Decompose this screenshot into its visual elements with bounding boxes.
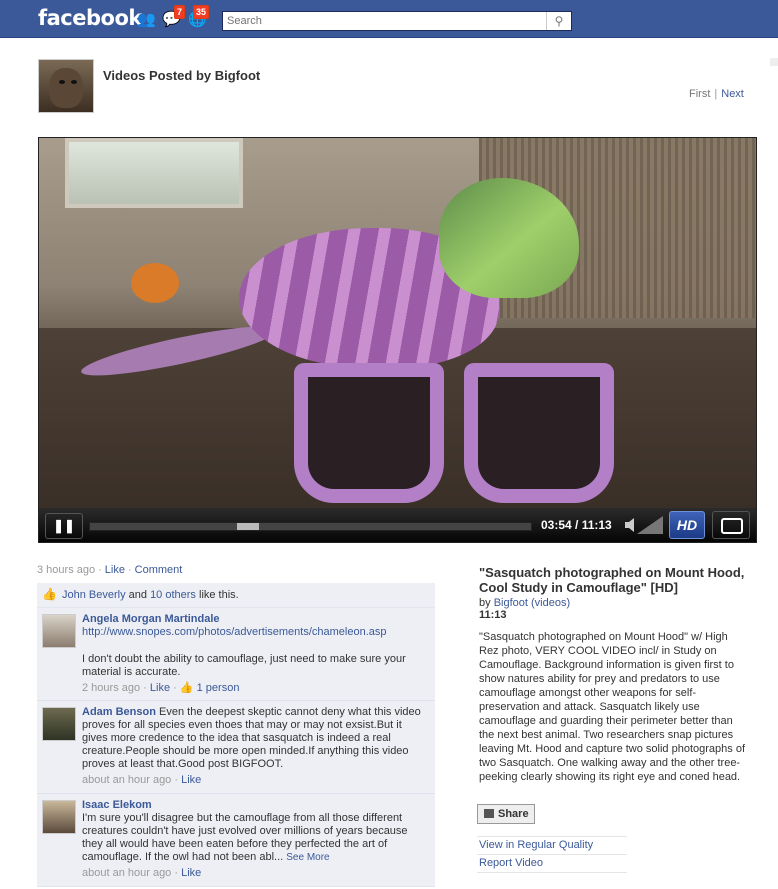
comment-like-link[interactable]: Like bbox=[150, 682, 170, 694]
commenter-name[interactable]: Isaac Elekom bbox=[82, 799, 426, 812]
comment-text: I'm sure you'll disagree but the camoufl… bbox=[82, 812, 408, 863]
fullscreen-icon bbox=[721, 518, 743, 534]
comment-meta: 2 hours ago · Like · 👍 1 person bbox=[82, 682, 240, 694]
video-title: "Sasquatch photographed on Mount Hood, C… bbox=[479, 565, 745, 595]
comment-item: Isaac Elekom I'm sure you'll disagree bu… bbox=[37, 794, 435, 887]
search-box: ⚲ bbox=[222, 11, 572, 31]
notifications-badge: 35 bbox=[193, 5, 210, 19]
others-link[interactable]: 10 others bbox=[150, 589, 196, 601]
comment-likes-count[interactable]: 1 person bbox=[197, 682, 240, 694]
divider bbox=[477, 872, 627, 873]
comment-item: Angela Morgan Martindale http://www.snop… bbox=[37, 608, 435, 701]
page-avatar[interactable] bbox=[38, 59, 94, 113]
video-byline: by Bigfoot (videos) bbox=[479, 597, 571, 609]
pager-first-link[interactable]: First bbox=[689, 88, 710, 100]
comment-text: I don't doubt the ability to camouflage,… bbox=[82, 653, 406, 678]
comment-thumbs-up-icon: 👍 bbox=[179, 682, 194, 694]
comment-url[interactable]: http://www.snopes.com/photos/advertiseme… bbox=[82, 626, 387, 638]
sunglasses bbox=[294, 363, 624, 513]
top-bar: facebook 👥 💬 7 🌐 35 ⚲ bbox=[0, 0, 778, 38]
commenter-name[interactable]: Angela Morgan Martindale bbox=[82, 613, 220, 625]
commenter-name[interactable]: Adam Benson bbox=[82, 706, 156, 718]
volume-icon[interactable] bbox=[625, 516, 663, 534]
post-meta: 3 hours ago · Like · Comment bbox=[37, 564, 183, 576]
report-video-link[interactable]: Report Video bbox=[479, 857, 543, 869]
seek-bar[interactable] bbox=[89, 522, 532, 531]
hd-toggle-button[interactable]: HD bbox=[669, 511, 705, 539]
comment-meta: about an hour ago · Like bbox=[82, 774, 202, 786]
pager-next-link[interactable]: Next bbox=[721, 88, 744, 100]
thumbs-up-icon: 👍 bbox=[42, 587, 57, 601]
friend-requests-icon[interactable]: 👥 bbox=[137, 12, 156, 28]
commenter-avatar[interactable] bbox=[42, 614, 76, 648]
commenter-avatar[interactable] bbox=[42, 800, 76, 834]
fullscreen-button[interactable] bbox=[712, 511, 750, 539]
commenter-avatar[interactable] bbox=[42, 707, 76, 741]
playback-time: 03:54 / 11:13 bbox=[541, 518, 612, 532]
comment-like-link[interactable]: Like bbox=[181, 867, 201, 879]
player-controls: ❚❚ 03:54 / 11:13 HD bbox=[39, 508, 756, 542]
comment-link[interactable]: Comment bbox=[135, 564, 183, 576]
comment-meta: about an hour ago · Like bbox=[82, 867, 202, 879]
seek-thumb[interactable] bbox=[237, 523, 259, 530]
search-icon[interactable]: ⚲ bbox=[546, 12, 571, 30]
pager-divider: | bbox=[714, 88, 718, 100]
likes-summary: 👍 John Beverly and 10 others like this. bbox=[37, 583, 435, 608]
author-link[interactable]: Bigfoot bbox=[494, 597, 528, 609]
comment-item: Adam Benson Even the deepest skeptic can… bbox=[37, 701, 435, 794]
pager: First | Next bbox=[689, 88, 744, 100]
regular-quality-link[interactable]: View in Regular Quality bbox=[479, 839, 593, 851]
video-description: "Sasquatch photographed on Mount Hood" w… bbox=[479, 631, 745, 783]
divider bbox=[477, 854, 627, 855]
comment-like-link[interactable]: Like bbox=[181, 774, 201, 786]
comment-time: about an hour ago bbox=[82, 774, 172, 786]
search-input[interactable] bbox=[223, 12, 547, 30]
comment-time: about an hour ago bbox=[82, 867, 172, 879]
video-window-detail bbox=[65, 138, 243, 208]
messages-badge: 7 bbox=[174, 5, 186, 19]
comment-time: 2 hours ago bbox=[82, 682, 141, 694]
see-more-link[interactable]: See More bbox=[286, 852, 329, 863]
video-player[interactable]: ❚❚ 03:54 / 11:13 HD bbox=[38, 137, 757, 543]
like-link[interactable]: Like bbox=[105, 564, 125, 576]
facebook-logo[interactable]: facebook bbox=[38, 6, 142, 30]
video-orange-detail bbox=[131, 263, 179, 303]
video-frame[interactable] bbox=[39, 138, 756, 508]
post-age: 3 hours ago bbox=[37, 564, 96, 576]
side-edge bbox=[770, 58, 778, 66]
divider bbox=[477, 836, 627, 837]
video-duration: 11:13 bbox=[479, 609, 507, 621]
share-button[interactable]: Share bbox=[477, 804, 535, 824]
pause-button[interactable]: ❚❚ bbox=[45, 513, 83, 539]
page-title: Videos Posted by Bigfoot bbox=[103, 68, 261, 83]
liker-name[interactable]: John Beverly bbox=[62, 589, 126, 601]
author-videos-link[interactable]: (videos) bbox=[531, 597, 570, 609]
share-icon bbox=[484, 809, 494, 818]
